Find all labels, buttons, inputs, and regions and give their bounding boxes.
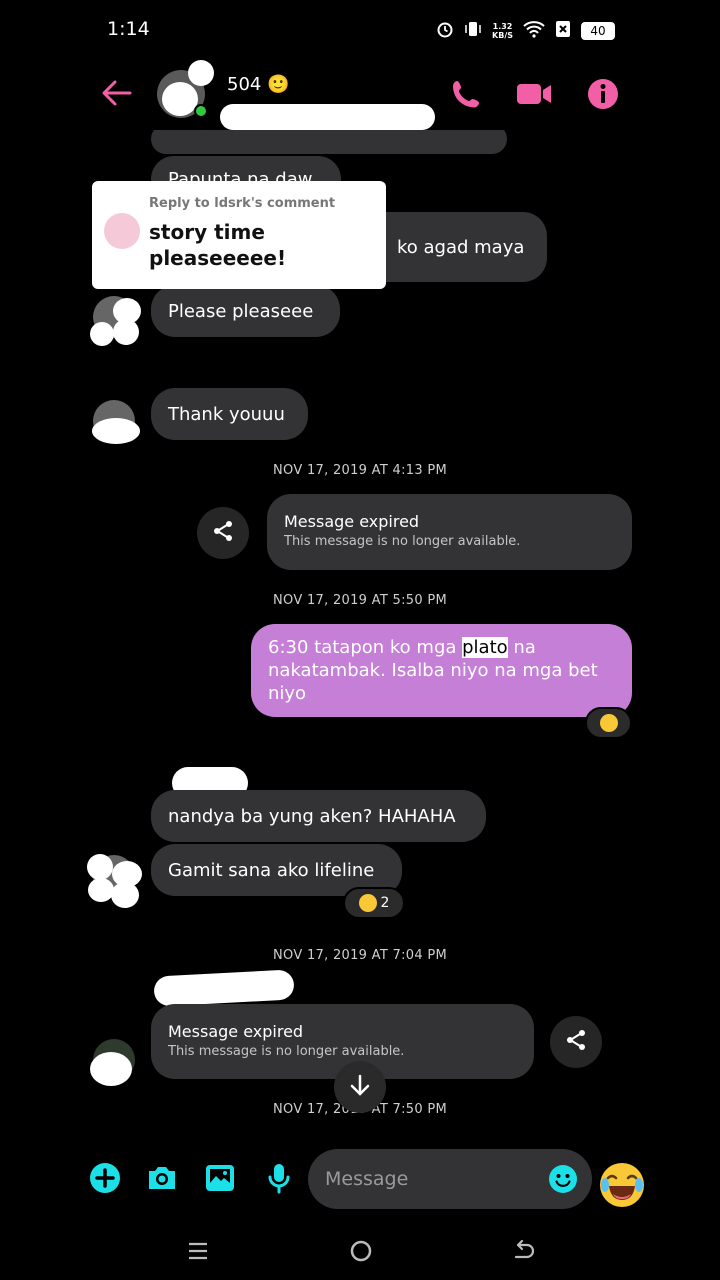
status-icons: 1.32 KB/S 40 xyxy=(436,20,615,42)
share-button[interactable] xyxy=(197,507,249,559)
message-bubble[interactable] xyxy=(151,130,507,154)
emoji-picker-icon[interactable] xyxy=(548,1164,578,1194)
story-reply-card[interactable]: Reply to ldsrk's comment story time plea… xyxy=(92,181,386,289)
share-icon xyxy=(211,519,235,547)
microphone-icon[interactable] xyxy=(262,1161,296,1195)
message-bubble[interactable]: Please pleaseee xyxy=(151,285,340,337)
reaction-badge[interactable]: 2 xyxy=(343,887,405,919)
no-sim-icon xyxy=(555,20,571,42)
back-arrow-icon[interactable] xyxy=(100,78,134,108)
my-message-bubble[interactable]: 6:30 tatapon ko mga plato na nakatambak.… xyxy=(251,624,632,717)
expired-subtitle: This message is no longer available. xyxy=(284,534,521,549)
timestamp: NOV 17, 2019 AT 5:50 PM xyxy=(272,593,447,608)
redaction-blob xyxy=(162,82,198,116)
phone-icon[interactable] xyxy=(448,76,484,112)
back-icon[interactable] xyxy=(508,1236,538,1266)
camera-icon[interactable] xyxy=(145,1161,179,1195)
redaction-blob xyxy=(113,298,141,324)
message-bubble[interactable]: nandya ba yung aken? HAHAHA xyxy=(151,790,486,842)
wifi-icon xyxy=(523,20,545,42)
quick-reaction-emoji-icon[interactable] xyxy=(598,1161,646,1209)
chat-header: 504 🙂 xyxy=(0,60,720,130)
plus-icon[interactable] xyxy=(88,1161,122,1195)
timestamp: NOV 17, 2019 AT 7:04 PM xyxy=(272,948,447,963)
video-call-icon[interactable] xyxy=(515,76,551,112)
reaction-badge[interactable] xyxy=(585,707,632,739)
battery-icon: 40 xyxy=(581,22,615,40)
vibrate-icon xyxy=(464,20,482,42)
menu-icon[interactable] xyxy=(183,1236,213,1266)
commenter-avatar xyxy=(104,213,140,249)
online-indicator xyxy=(194,104,208,118)
status-bar: 1:14 1.32 KB/S 40 xyxy=(0,0,720,60)
reply-quote: story time pleaseeeee! xyxy=(149,219,286,271)
gallery-icon[interactable] xyxy=(203,1161,237,1195)
message-text: nandya ba yung aken? HAHAHA xyxy=(168,805,456,827)
redaction-blob xyxy=(87,854,113,880)
message-text-part: 6:30 tatapon ko mga xyxy=(268,637,463,658)
reply-quote-line: story time xyxy=(149,220,265,244)
message-text: Thank youuu xyxy=(168,403,285,425)
home-icon[interactable] xyxy=(346,1236,376,1266)
message-text: Gamit sana ako lifeline xyxy=(168,859,375,881)
redaction-blob xyxy=(153,969,295,1007)
redaction-blob xyxy=(92,418,140,444)
system-nav-bar xyxy=(0,1220,720,1280)
redaction-blob xyxy=(88,878,114,902)
redaction-blob xyxy=(220,104,435,130)
alarm-icon xyxy=(436,20,454,42)
arrow-down-icon xyxy=(349,1074,371,1100)
net-speed-value: 1.32 xyxy=(492,22,513,31)
message-text: Please pleaseee xyxy=(168,300,314,322)
share-icon xyxy=(564,1028,588,1056)
scroll-to-bottom-button[interactable] xyxy=(334,1061,386,1113)
laughing-emoji-icon xyxy=(358,894,377,912)
reaction-count: 2 xyxy=(380,895,390,911)
message-text: ko agad maya xyxy=(397,236,525,258)
expired-title: Message expired xyxy=(284,512,420,531)
redaction-blob xyxy=(111,882,139,908)
expired-subtitle: This message is no longer available. xyxy=(168,1044,405,1059)
message-bubble[interactable]: Thank youuu xyxy=(151,388,308,440)
expired-message[interactable]: Message expired This message is no longe… xyxy=(267,494,632,570)
contact-name[interactable]: 504 🙂 xyxy=(227,74,290,95)
reply-label: Reply to ldsrk's comment xyxy=(149,196,336,211)
net-speed-unit: KB/S xyxy=(492,31,513,40)
expired-title: Message expired xyxy=(168,1022,304,1041)
reply-quote-line: pleaseeeee! xyxy=(149,246,287,270)
status-time: 1:14 xyxy=(107,18,150,40)
redaction-blob xyxy=(90,1052,132,1086)
timestamp: NOV 17, 2019 AT 4:13 PM xyxy=(272,463,447,478)
highlighted-word: plato xyxy=(462,637,508,658)
composer-bar xyxy=(0,1145,720,1215)
info-icon[interactable] xyxy=(586,76,622,112)
laughing-emoji-icon xyxy=(599,714,618,732)
redaction-blob xyxy=(188,60,214,86)
share-button[interactable] xyxy=(550,1016,602,1068)
net-speed: 1.32 KB/S xyxy=(492,22,513,40)
redaction-blob xyxy=(90,322,114,346)
